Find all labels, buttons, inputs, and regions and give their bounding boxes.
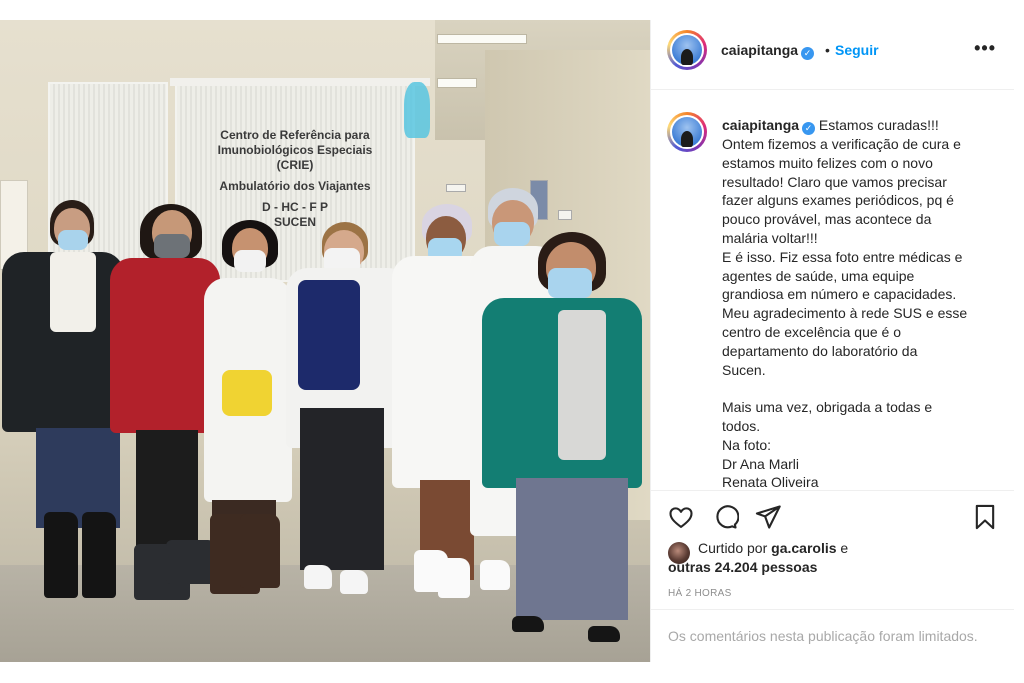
caption-line: pouco provável, mas acontece da [722, 211, 932, 228]
photo-plaque [446, 184, 466, 192]
caption-line: centro de excelência que é o [722, 323, 902, 340]
photo-sign-line: SUCEN [273, 215, 316, 229]
liker-username[interactable]: ga.carolis [771, 540, 836, 556]
send-icon[interactable] [754, 503, 782, 531]
verified-badge-icon: ✓ [801, 47, 815, 60]
header-separator: • [825, 42, 830, 58]
caption-line: Meu agradecimento à rede SUS e esse [722, 305, 968, 322]
comment-icon[interactable] [711, 503, 740, 531]
post-caption: caiapitanga ✓ Estamos curadas!!! Ontem fi… [651, 90, 1014, 490]
post-photo[interactable]: Centro de Referência para Imunobiológico… [0, 20, 650, 662]
caption-line: Estamos curadas!!! [818, 117, 939, 133]
photo-sign-line: (CRIE) [276, 158, 314, 172]
post-header: caiapitanga ✓ • Seguir ••• [651, 20, 1014, 90]
bookmark-icon[interactable] [971, 503, 999, 531]
photo-sign-line: Ambulatório dos Viajantes [219, 179, 371, 193]
caption-text: caiapitanga ✓ Estamos curadas!!! Ontem fi… [722, 116, 1007, 490]
caption-line: fazer alguns exames periódicos, pq é [722, 192, 954, 209]
caption-line: grandiosa em número e capacidades. [722, 286, 957, 303]
likes-others[interactable]: outras 24.204 pessoas [668, 559, 817, 575]
photo-window-frame [170, 78, 430, 86]
caption-username[interactable]: caiapitanga [722, 117, 799, 133]
post-panel: caiapitanga ✓ • Seguir ••• caiapitanga ✓ E… [650, 20, 1014, 662]
comments-limited-notice: Os comentários nesta publicação foram li… [651, 609, 1014, 663]
caption-line: agentes de saúde, uma equipe [722, 267, 915, 284]
photo-sign-line: Centro de Referência para [220, 128, 370, 142]
caption-line: E é isso. Fiz essa foto entre médicas e [722, 248, 963, 265]
caption-line: Renata Oliveira [722, 474, 819, 490]
caption-avatar[interactable] [667, 112, 707, 152]
likes-conjunction: e [840, 540, 849, 556]
heart-icon[interactable] [667, 503, 695, 531]
photo-ceiling-light [437, 34, 527, 44]
caption-line: malária voltar!!! [722, 229, 818, 246]
photo-sign-line: D - HC - F P [262, 200, 328, 214]
photo-plaque [558, 210, 572, 220]
photo-ceiling-light [437, 78, 477, 88]
post-actions: Curtido por ga.carolis e outras 24.204 p… [651, 490, 1014, 662]
caption-line: Mais uma vez, obrigada a todas e [722, 399, 933, 416]
caption-line: Ontem fizemos a verificação de cura e [722, 136, 961, 152]
caption-line: resultado! Claro que vamos precisar [722, 173, 947, 190]
more-options-icon[interactable]: ••• [974, 38, 996, 59]
follow-button[interactable]: Seguir [835, 42, 879, 58]
profile-avatar[interactable] [667, 30, 707, 70]
caption-line: departamento do laboratório da [722, 342, 918, 359]
likes-prefix: Curtido por [698, 540, 768, 556]
caption-line: todos. [722, 417, 761, 434]
photo-blue-decoration [404, 82, 430, 138]
verified-badge-icon: ✓ [802, 122, 816, 135]
photo-sign-line: Imunobiológicos Especiais [217, 143, 373, 157]
caption-line: estamos muito felizes com o novo [722, 154, 933, 171]
caption-line: Na foto: [722, 436, 772, 453]
caption-line: Dr Ana Marli [722, 455, 800, 472]
header-username-text[interactable]: caiapitanga [721, 42, 798, 58]
header-username[interactable]: caiapitanga ✓ [721, 42, 815, 60]
likes-summary[interactable]: Curtido por ga.carolis e outras 24.204 p… [668, 539, 848, 577]
caption-line: Sucen. [722, 361, 766, 378]
post-timestamp[interactable]: HÁ 2 HORAS [668, 588, 732, 599]
